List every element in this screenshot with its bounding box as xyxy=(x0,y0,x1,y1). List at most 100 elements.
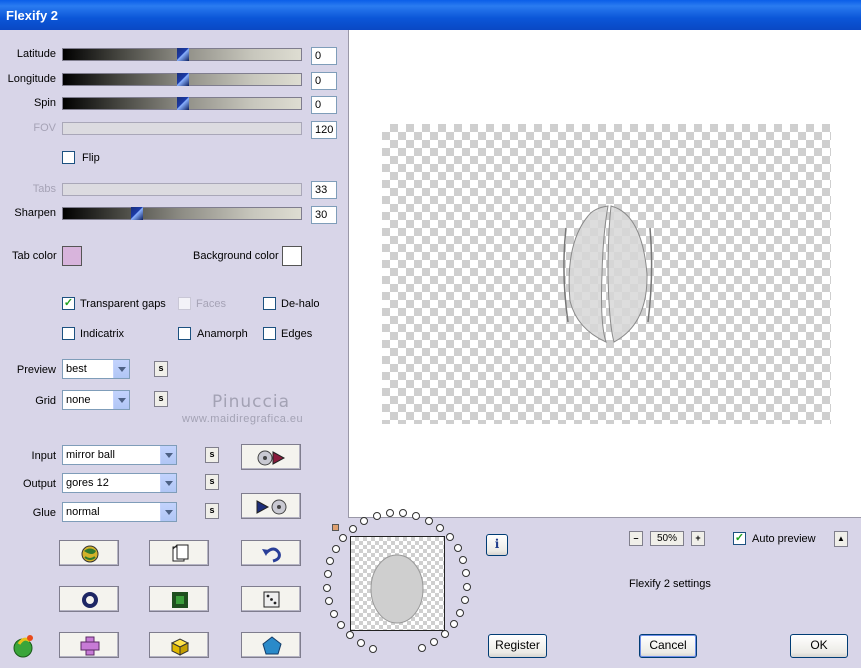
background-color-swatch[interactable] xyxy=(282,246,302,266)
edges-checkbox[interactable] xyxy=(263,327,276,340)
dial-dot[interactable] xyxy=(430,638,439,647)
pentagon-tool-button[interactable] xyxy=(241,632,301,658)
dial-dot[interactable] xyxy=(348,524,357,533)
tabs-value-field[interactable]: 33 xyxy=(311,181,337,199)
dial-dot[interactable] xyxy=(440,630,449,639)
scroll-up-button[interactable]: ▲ xyxy=(834,531,848,547)
chevron-down-icon[interactable] xyxy=(113,391,129,409)
dial-dot[interactable] xyxy=(330,609,339,618)
ring-tool-button[interactable] xyxy=(59,586,119,612)
flip-checkbox[interactable] xyxy=(62,151,75,164)
dial-dot[interactable] xyxy=(337,621,346,630)
glue-s-button[interactable]: s xyxy=(205,503,219,519)
preview-s-button[interactable]: s xyxy=(154,361,168,377)
dial-dot[interactable] xyxy=(460,595,469,604)
dice-icon xyxy=(263,591,280,608)
input-select[interactable]: mirror ball xyxy=(62,445,177,465)
dial-dot[interactable] xyxy=(412,511,421,520)
zoom-in-button[interactable]: + xyxy=(691,531,705,546)
cube-tool-button[interactable] xyxy=(149,632,209,658)
de-halo-checkbox[interactable] xyxy=(263,297,276,310)
fov-label: FOV xyxy=(33,122,56,134)
dial-dot[interactable] xyxy=(325,597,334,606)
output-select[interactable]: gores 12 xyxy=(62,473,177,493)
dial-dot[interactable] xyxy=(418,644,427,653)
grid-select[interactable]: none xyxy=(62,390,130,410)
dial-dot[interactable] xyxy=(372,512,381,521)
sharpen-value-field[interactable]: 30 xyxy=(311,206,337,224)
cancel-button[interactable]: Cancel xyxy=(639,634,697,658)
latitude-slider-thumb[interactable] xyxy=(177,48,189,61)
glue-select[interactable]: normal xyxy=(62,502,177,522)
dial-dot[interactable] xyxy=(326,557,335,566)
navigator-handle[interactable] xyxy=(332,524,339,531)
mirror-ball-gores-image xyxy=(563,205,653,343)
navigator-thumbnail[interactable] xyxy=(350,536,445,631)
spin-slider[interactable] xyxy=(62,97,302,110)
flexify-logo-icon[interactable] xyxy=(10,632,38,660)
dial-dot[interactable] xyxy=(356,639,365,647)
dial-dot[interactable] xyxy=(339,534,348,542)
fov-value-field[interactable]: 120 xyxy=(311,121,337,139)
dial-dot[interactable] xyxy=(369,644,378,653)
dial-dot[interactable] xyxy=(436,523,445,532)
sharpen-label: Sharpen xyxy=(14,207,56,219)
grid-s-button[interactable]: s xyxy=(154,391,168,407)
tab-color-label: Tab color xyxy=(12,250,57,262)
chevron-down-icon[interactable] xyxy=(160,446,176,464)
dial-dot[interactable] xyxy=(445,533,454,542)
dial-dot[interactable] xyxy=(360,517,369,526)
flip-label: Flip xyxy=(82,152,100,164)
latitude-value-field[interactable]: 0 xyxy=(311,47,337,65)
longitude-slider[interactable] xyxy=(62,73,302,86)
indicatrix-checkbox[interactable] xyxy=(62,327,75,340)
globe-tool-button[interactable] xyxy=(59,540,119,566)
undo-tool-button[interactable] xyxy=(241,540,301,566)
dial-dot[interactable] xyxy=(323,583,332,592)
copy-tool-button[interactable] xyxy=(149,540,209,566)
random-tool-button[interactable] xyxy=(241,586,301,612)
dial-dot[interactable] xyxy=(331,545,340,554)
dial-dot[interactable] xyxy=(459,556,468,565)
auto-preview-checkbox[interactable]: ✓ xyxy=(733,532,746,545)
latitude-slider[interactable] xyxy=(62,48,302,61)
dial-dot[interactable] xyxy=(323,570,332,579)
de-halo-label: De-halo xyxy=(281,298,320,310)
chevron-down-icon[interactable] xyxy=(160,474,176,492)
dial-dot[interactable] xyxy=(456,608,465,617)
tab-color-swatch[interactable] xyxy=(62,246,82,266)
anamorph-checkbox[interactable] xyxy=(178,327,191,340)
chevron-down-icon[interactable] xyxy=(113,360,129,378)
indicatrix-label: Indicatrix xyxy=(80,328,125,340)
document-icon xyxy=(172,544,189,562)
output-s-button[interactable]: s xyxy=(205,474,219,490)
sharpen-slider-thumb[interactable] xyxy=(131,207,143,220)
dialog-body: Latitude 0 Longitude 0 Spin 0 FOV 120 Fl… xyxy=(0,30,861,668)
chevron-down-icon[interactable] xyxy=(160,503,176,521)
dial-dot[interactable] xyxy=(424,516,433,525)
input-s-button[interactable]: s xyxy=(205,447,219,463)
load-input-button[interactable] xyxy=(241,444,301,470)
preview-area[interactable] xyxy=(348,30,861,518)
cross-tool-button[interactable] xyxy=(59,632,119,658)
info-button[interactable]: i xyxy=(486,534,508,556)
spin-value-field[interactable]: 0 xyxy=(311,96,337,114)
preview-select[interactable]: best xyxy=(62,359,130,379)
spin-slider-thumb[interactable] xyxy=(177,97,189,110)
longitude-slider-thumb[interactable] xyxy=(177,73,189,86)
transparent-gaps-checkbox[interactable]: ✓ xyxy=(62,297,75,310)
longitude-value-field[interactable]: 0 xyxy=(311,72,337,90)
ok-button[interactable]: OK xyxy=(790,634,848,658)
glue-select-value: normal xyxy=(66,506,100,518)
dial-dot[interactable] xyxy=(346,631,355,640)
dial-dot[interactable] xyxy=(453,544,462,552)
square-tool-button[interactable] xyxy=(149,586,209,612)
zoom-out-button[interactable]: – xyxy=(629,531,643,546)
register-button[interactable]: Register xyxy=(488,634,547,658)
glue-label: Glue xyxy=(32,507,56,519)
dial-dot[interactable] xyxy=(462,582,471,591)
save-output-button[interactable] xyxy=(241,493,301,519)
dial-dot[interactable] xyxy=(449,620,458,629)
sharpen-slider[interactable] xyxy=(62,207,302,220)
dial-dot[interactable] xyxy=(462,569,471,578)
